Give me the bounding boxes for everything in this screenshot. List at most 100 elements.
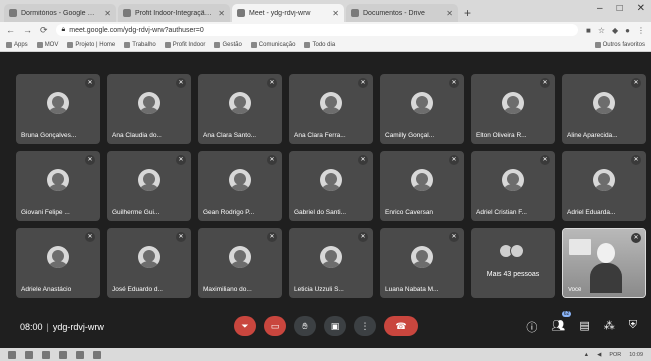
participant-tile[interactable]: ✕ Ana Clara Santo... (198, 74, 282, 144)
camera-toggle-button[interactable]: ▭ (264, 316, 286, 336)
avatar (138, 169, 160, 191)
participant-tile[interactable]: ✕ Adriele Anastácio (16, 228, 100, 298)
browser-menu-icon[interactable]: ⋮ (637, 26, 645, 35)
mic-off-icon: ✕ (631, 78, 641, 88)
participant-tile[interactable]: ✕ Adriel Cristian F... (471, 151, 555, 221)
tab-label: Dormitórios - Google Meet (21, 9, 101, 17)
browser-tab[interactable]: Documentos - Drive ✕ (346, 4, 458, 22)
window-controls: – □ ✕ (597, 3, 645, 14)
people-icon: 👥︎ (551, 320, 566, 332)
search-icon[interactable] (25, 350, 33, 359)
bookmark-item[interactable]: Profit Indoor (164, 41, 205, 48)
participant-tile[interactable]: ✕ Ana Claudia do... (107, 74, 191, 144)
participant-grid: ✕ Bruna Gonçalves... ✕ Ana Claudia do... ✕… (16, 74, 646, 298)
browser-tab[interactable]: Profit Indoor-Integração col... ✕ (118, 4, 230, 22)
participant-tile[interactable]: ✕ Giovani Felipe ... (16, 151, 100, 221)
reload-icon[interactable]: ⟳ (40, 25, 48, 36)
participant-name: José Eduardo d... (112, 286, 163, 293)
participant-count-badge: 62 (561, 311, 572, 317)
participant-tile[interactable]: ✕ Enrico Caversan (380, 151, 464, 221)
bookmark-favicon-icon (36, 41, 43, 48)
participant-tile[interactable]: ✕ Camilly Gonçal... (380, 74, 464, 144)
people-button[interactable]: 👥︎ 62 (551, 311, 572, 335)
participant-name: Giovani Felipe ... (21, 209, 70, 216)
participant-tile[interactable]: ✕ Maximiliano do... (198, 228, 282, 298)
mic-off-icon: ✕ (631, 233, 641, 243)
participant-tile[interactable]: ✕ Bruna Gonçalves... (16, 74, 100, 144)
browser-tab-strip: Dormitórios - Google Meet ✕ Profit Indoor… (0, 0, 651, 22)
participant-tile[interactable]: ✕ Elton Oliveira R... (471, 74, 555, 144)
bookmark-item[interactable]: Gestão (214, 41, 242, 48)
bookmark-item[interactable]: Todo dia (304, 41, 335, 48)
participant-tile[interactable]: ✕ José Eduardo d... (107, 228, 191, 298)
mic-toggle-button[interactable]: ⏷ (234, 316, 256, 336)
host-controls-button[interactable]: ⛨ (629, 319, 637, 335)
url-field[interactable]: 🔒︎ meet.google.com/ydg-rdvj-wrw?authuser… (55, 24, 578, 36)
participant-name: Elton Oliveira R... (476, 132, 527, 139)
end-call-button[interactable]: ☎︎ (384, 316, 418, 336)
participant-tile[interactable]: ✕ Leticia Uzzuli S... (289, 228, 373, 298)
avatar (229, 92, 251, 114)
raise-hand-icon: ✋︎ (302, 321, 308, 331)
star-icon[interactable]: ☆ (598, 26, 605, 35)
extension-icon[interactable]: ◆ (612, 26, 618, 35)
start-icon[interactable] (8, 350, 16, 359)
keyboard-language[interactable]: POR (609, 352, 621, 358)
more-options-button[interactable]: ⋮ (354, 316, 376, 336)
tab-favicon-icon (237, 9, 245, 17)
forward-icon[interactable]: → (23, 25, 32, 35)
apps-icon (6, 41, 12, 48)
tab-close-icon[interactable]: ✕ (446, 9, 453, 18)
participant-tile[interactable]: ✕ Adriel Eduarda... (562, 151, 646, 221)
mic-off-icon: ✕ (540, 155, 550, 165)
other-bookmarks[interactable]: Outros favoritos (594, 41, 645, 48)
bookmark-favicon-icon (250, 41, 257, 48)
browser-tab-active[interactable]: Meet - ydg-rdvj-wrw ✕ (232, 4, 344, 22)
avatar (502, 92, 524, 114)
info-button[interactable]: ⓘ (526, 319, 537, 335)
participant-name: Bruna Gonçalves... (21, 132, 77, 139)
volume-icon[interactable]: ◀ (597, 352, 601, 358)
participant-tile[interactable]: ✕ Ana Clara Ferra... (289, 74, 373, 144)
browser-tab[interactable]: Dormitórios - Google Meet ✕ (4, 4, 116, 22)
participant-name: Gabriel do Santi... (294, 209, 347, 216)
profile-avatar[interactable]: ● (625, 26, 630, 35)
tab-close-icon[interactable]: ✕ (104, 9, 111, 18)
avatar (593, 92, 615, 114)
participant-tile[interactable]: ✕ Gean Rodrigo P... (198, 151, 282, 221)
tab-close-icon[interactable]: ✕ (218, 9, 225, 18)
browser-icon[interactable] (76, 350, 84, 359)
system-clock[interactable]: 10:09 (629, 352, 643, 358)
new-tab-button[interactable]: + (460, 4, 475, 22)
bookmark-item[interactable]: Projeto | Home (67, 41, 115, 48)
participant-tile[interactable]: ✕ Aline Aparecida... (562, 74, 646, 144)
side-panel-controls: ⓘ 👥︎ 62 ▤ ⁂ ⛨ (526, 311, 637, 335)
minimize-button[interactable]: – (597, 3, 603, 14)
network-icon[interactable]: ▲ (584, 352, 589, 358)
more-participants-tile[interactable]: Mais 43 pessoas (471, 228, 555, 298)
tab-close-icon[interactable]: ✕ (332, 9, 339, 18)
close-window-button[interactable]: ✕ (637, 3, 645, 14)
bookmark-item[interactable]: Comunicação (250, 41, 295, 48)
bookmark-item[interactable]: MOV (36, 41, 58, 48)
participant-tile[interactable]: ✕ Luana Nabata M... (380, 228, 464, 298)
activities-button[interactable]: ⁂ (604, 319, 615, 335)
camera-permission-icon[interactable]: ■ (586, 26, 591, 35)
back-icon[interactable]: ← (6, 25, 15, 35)
present-button[interactable]: ▣ (324, 316, 346, 336)
app-icon[interactable] (93, 350, 101, 359)
avatar (510, 244, 524, 258)
avatar (320, 169, 342, 191)
file-explorer-icon[interactable] (59, 350, 67, 359)
raise-hand-button[interactable]: ✋︎ (294, 316, 316, 336)
maximize-button[interactable]: □ (617, 3, 623, 14)
participant-name: Leticia Uzzuli S... (294, 286, 344, 293)
participant-name: Ana Clara Ferra... (294, 132, 346, 139)
self-view-tile[interactable]: ✕ Você (562, 228, 646, 298)
chat-button[interactable]: ▤ (579, 319, 589, 335)
bookmark-item[interactable]: Apps (6, 41, 28, 48)
participant-tile[interactable]: ✕ Gabriel do Santi... (289, 151, 373, 221)
bookmark-item[interactable]: Trabalho (124, 41, 156, 48)
participant-tile[interactable]: ✕ Guilherme Gui... (107, 151, 191, 221)
task-view-icon[interactable] (42, 350, 50, 359)
